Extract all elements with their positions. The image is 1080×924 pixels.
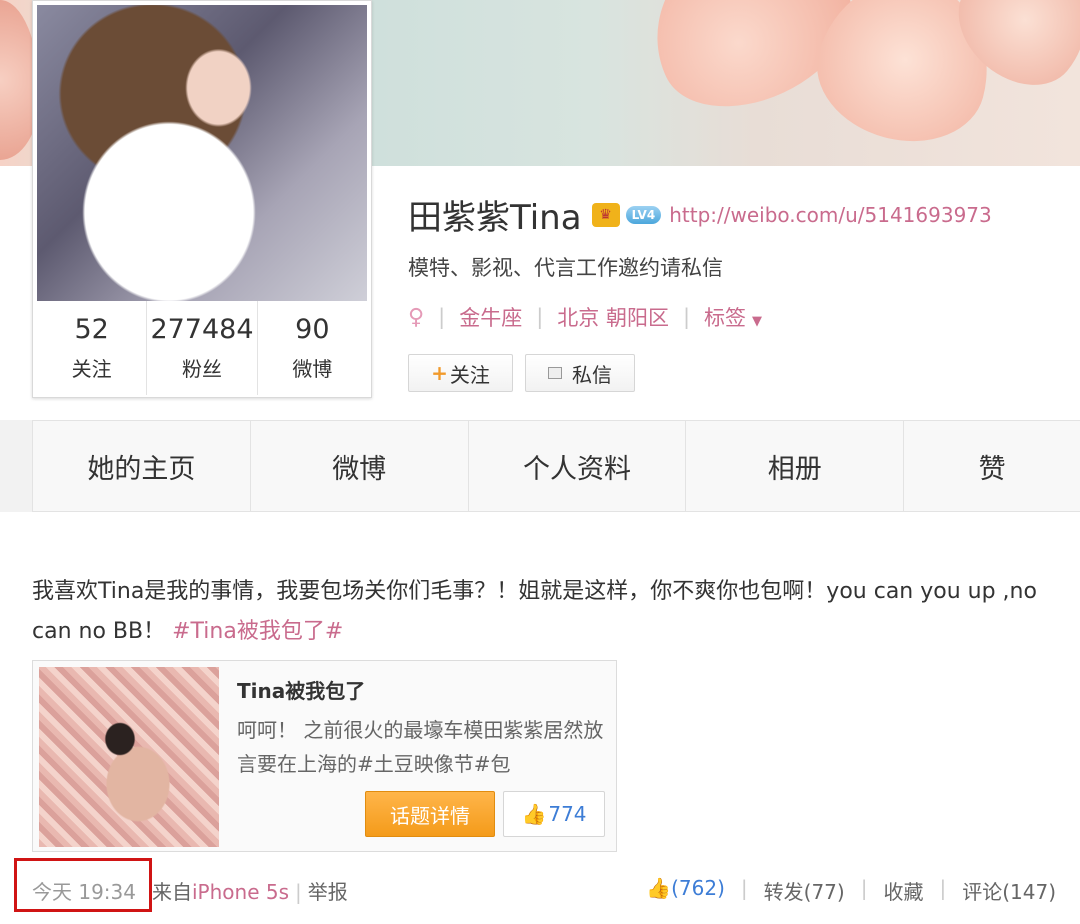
tab-profile-info[interactable]: 个人资料: [469, 421, 687, 511]
post-timestamp[interactable]: 今天 19:34: [32, 876, 136, 905]
repost-action[interactable]: 转发(77): [764, 876, 845, 905]
tab-album[interactable]: 相册: [686, 421, 905, 511]
follow-button[interactable]: + 关注: [408, 354, 513, 392]
tab-home[interactable]: 她的主页: [33, 421, 251, 511]
stat-label: 关注: [71, 356, 112, 381]
follow-label: 关注: [449, 362, 490, 387]
post-text: 我喜欢Tina是我的事情，我要包场关你们毛事？！姐就是这样，你不爽你也包啊！yo…: [32, 572, 1062, 652]
like-count: (762): [671, 876, 725, 900]
profile-tabs: 她的主页 微博 个人资料 相册 赞: [32, 420, 1080, 512]
topic-card-image[interactable]: [39, 667, 219, 847]
stat-following[interactable]: 52 关注: [37, 301, 148, 395]
divider: |: [536, 305, 544, 329]
topic-like-count: 774: [548, 802, 587, 826]
chevron-down-icon: ▼: [752, 314, 763, 329]
topic-card[interactable]: Tina被我包了 呵呵！ 之前很火的最壕车模田紫紫居然放言要在上海的#土豆映像节…: [32, 660, 617, 852]
divider: |: [860, 876, 868, 900]
like-action[interactable]: 👍(762): [646, 876, 725, 905]
stat-value: 277484: [150, 314, 254, 346]
message-label: 私信: [572, 362, 612, 387]
favorite-action[interactable]: 收藏: [883, 876, 923, 905]
tab-weibo[interactable]: 微博: [251, 421, 469, 511]
message-button[interactable]: 私信: [525, 354, 635, 392]
profile-name: 田紫紫Tina: [408, 198, 582, 238]
divider: |: [939, 876, 947, 900]
tags-label: 标签: [704, 306, 747, 330]
topic-like-button[interactable]: 👍 774: [503, 791, 605, 837]
topic-card-title[interactable]: Tina被我包了: [237, 675, 365, 704]
hashtag-link[interactable]: #Tina被我包了#: [172, 619, 343, 644]
profile-actions: + 关注 私信: [408, 354, 635, 392]
tab-likes[interactable]: 赞: [904, 421, 1080, 511]
topic-card-description: 呵呵！ 之前很火的最壕车模田紫紫居然放言要在上海的#土豆映像节#包: [237, 718, 604, 776]
profile-bio: 模特、影视、代言工作邀约请私信: [408, 256, 723, 280]
avatar[interactable]: [37, 5, 367, 301]
comment-action[interactable]: 评论(147): [962, 876, 1056, 905]
thumbs-up-icon: 👍: [646, 876, 672, 900]
profile-url-link[interactable]: http://weibo.com/u/5141693973: [669, 203, 992, 227]
profile-name-row: 田紫紫Tina ♛ LV4 http://weibo.com/u/5141693…: [408, 190, 992, 239]
thumbs-up-icon: 👍: [521, 802, 547, 826]
source-prefix: 来自: [152, 880, 192, 904]
stat-value: 52: [74, 314, 109, 346]
stat-label: 微博: [292, 356, 333, 381]
level-badge[interactable]: LV4: [625, 205, 662, 224]
divider: |: [740, 876, 748, 900]
location-link[interactable]: 北京 朝阳区: [557, 302, 669, 332]
zodiac-link[interactable]: 金牛座: [459, 302, 522, 332]
divider: |: [295, 880, 302, 904]
stat-followers[interactable]: 277484 粉丝: [147, 301, 258, 395]
stat-posts[interactable]: 90 微博: [258, 301, 367, 395]
stat-label: 粉丝: [181, 356, 222, 381]
divider: |: [438, 305, 446, 329]
avatar-card: 52 关注 277484 粉丝 90 微博: [32, 0, 372, 398]
plus-icon: +: [431, 361, 448, 385]
post-source: 来自iPhone 5s | 举报: [152, 876, 348, 905]
feed-post: 我喜欢Tina是我的事情，我要包场关你们毛事？！姐就是这样，你不爽你也包啊！yo…: [0, 512, 1080, 924]
message-icon: [548, 367, 562, 379]
vip-crown-icon[interactable]: ♛: [591, 202, 620, 227]
source-device-link[interactable]: iPhone 5s: [192, 880, 289, 904]
post-footer: 今天 19:34 来自iPhone 5s | 举报 👍(762) | 转发(77) …: [0, 858, 1080, 918]
divider: |: [682, 305, 691, 329]
tags-dropdown[interactable]: 标签 ▼: [704, 302, 762, 332]
female-icon: ♀: [408, 304, 425, 330]
profile-info-row: ♀ | 金牛座 | 北京 朝阳区 | 标签 ▼: [408, 302, 762, 332]
post-actions: 👍(762) | 转发(77) | 收藏 | 评论(147): [646, 876, 1056, 905]
report-link[interactable]: 举报: [308, 880, 348, 904]
profile-stats: 52 关注 277484 粉丝 90 微博: [37, 301, 367, 395]
stat-value: 90: [295, 314, 330, 346]
topic-details-button[interactable]: 话题详情: [365, 791, 495, 837]
